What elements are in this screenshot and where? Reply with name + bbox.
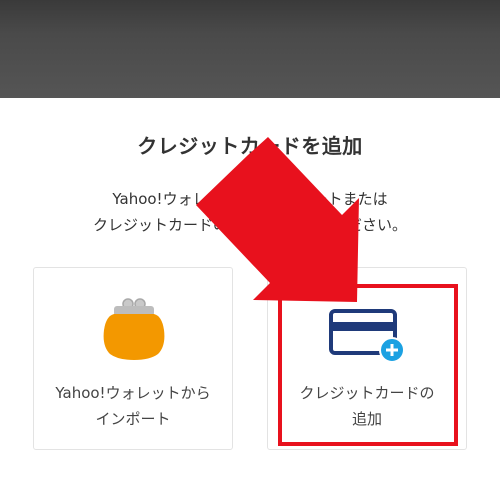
- description-line-1: Yahoo!ウォレットからインポートまたは: [112, 190, 388, 208]
- sheet-description: Yahoo!ウォレットからインポートまたは クレジットカードの追加を選択してくだ…: [0, 186, 500, 238]
- import-from-wallet-option[interactable]: Yahoo!ウォレットから インポート: [33, 267, 233, 450]
- add-card-label-line-2: 追加: [351, 410, 382, 428]
- add-credit-card-option[interactable]: クレジットカードの 追加: [267, 267, 467, 450]
- add-card-option-label: クレジットカードの 追加: [268, 380, 466, 432]
- import-label-line-1: Yahoo!ウォレットから: [55, 384, 211, 402]
- dimmed-background[interactable]: [0, 0, 500, 98]
- import-option-label: Yahoo!ウォレットから インポート: [34, 380, 232, 432]
- import-label-line-2: インポート: [95, 410, 171, 428]
- credit-card-add-icon: [328, 308, 408, 364]
- add-card-label-line-1: クレジットカードの: [299, 384, 435, 402]
- sheet-title: クレジットカードを追加: [137, 134, 363, 158]
- description-line-2: クレジットカードの追加を選択してください。: [92, 216, 408, 234]
- coin-purse-icon: [100, 296, 168, 362]
